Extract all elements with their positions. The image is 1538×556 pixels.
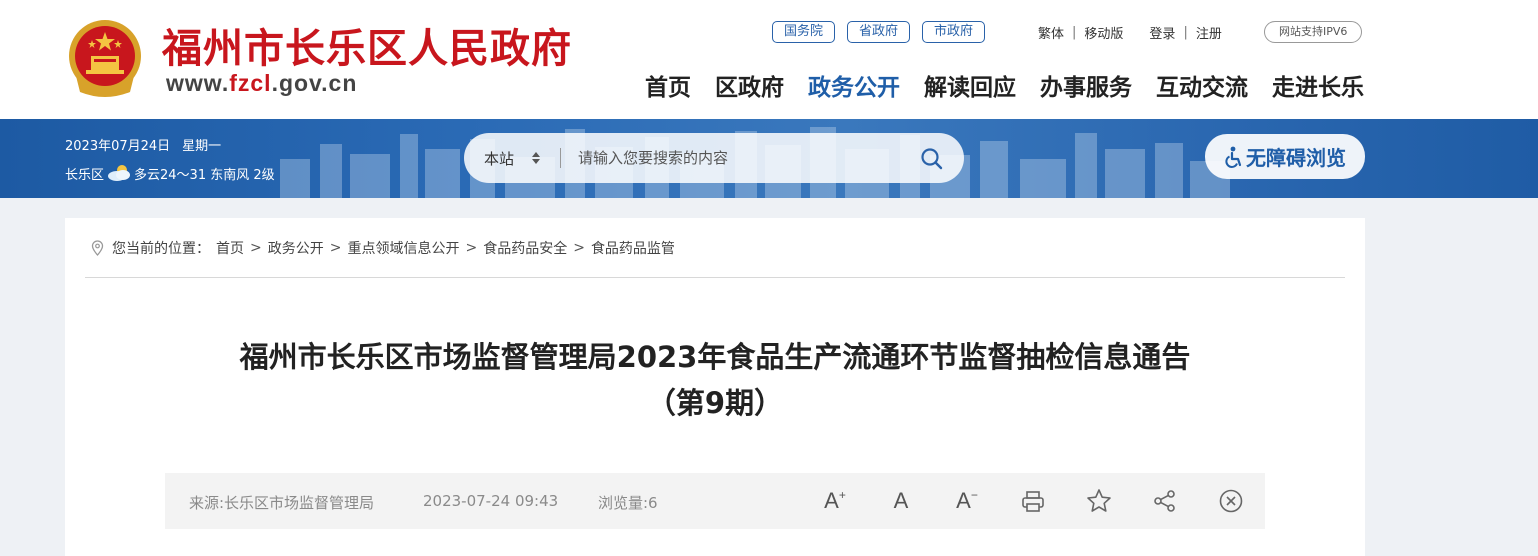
weather-location: 长乐区 — [65, 167, 105, 183]
article-title-line2: （第9期） — [646, 386, 784, 420]
gov-link-city[interactable]: 市政府 — [922, 21, 986, 43]
font-normal-letter: A — [893, 488, 909, 513]
wheelchair-icon — [1225, 146, 1242, 168]
location-pin-icon — [91, 240, 104, 256]
search-scope-select[interactable]: 本站 — [484, 148, 514, 169]
font-decrease-letter: A — [956, 488, 971, 513]
updown-chevron-icon[interactable] — [530, 148, 542, 168]
separator: | — [1183, 25, 1188, 40]
article-source: 来源:长乐区市场监督管理局 — [189, 494, 375, 512]
date-line: 2023年07月24日 星期一 — [65, 135, 233, 154]
url-highlight: fzcl — [229, 70, 272, 96]
article-meta-bar: 来源:长乐区市场监督管理局 2023-07-24 09:43 浏览量:6 A + … — [165, 473, 1265, 529]
gov-link-state-council[interactable]: 国务院 — [772, 21, 836, 43]
nav-district-government[interactable]: 区政府 — [715, 68, 784, 102]
close-icon[interactable] — [1217, 487, 1245, 515]
mobile-version-link[interactable]: 移动版 — [1084, 23, 1123, 42]
article-datetime: 2023-07-24 09:43 — [423, 492, 559, 510]
breadcrumb-separator: > — [250, 240, 262, 256]
article-title: 福州市长乐区市场监督管理局2023年食品生产流通环节监督抽检信息通告 （第9期） — [165, 334, 1265, 426]
font-increase-letter: A — [824, 488, 839, 513]
breadcrumb-separator: > — [465, 240, 478, 256]
gov-link-province[interactable]: 省政府 — [847, 21, 911, 43]
search-divider — [560, 148, 561, 168]
separator: | — [1072, 25, 1077, 40]
article-views: 浏览量:6 — [598, 494, 658, 512]
register-link[interactable]: 注册 — [1196, 23, 1222, 42]
nav-interaction[interactable]: 互动交流 — [1156, 68, 1248, 102]
current-date: 2023年07月24日 — [65, 139, 171, 154]
weather-line: 长乐区 多云24～31 东南风 2级 — [65, 163, 275, 183]
login-link[interactable]: 登录 — [1149, 23, 1175, 42]
nav-home[interactable]: 首页 — [645, 68, 691, 102]
url-suffix: .gov.cn — [271, 70, 358, 96]
breadcrumb-divider — [85, 277, 1345, 278]
breadcrumb-separator: > — [573, 240, 585, 256]
main-nav: 首页 区政府 政务公开 解读回应 办事服务 互动交流 走进长乐 — [645, 68, 1364, 102]
breadcrumb-prefix: 您当前的位置： — [112, 241, 210, 257]
breadcrumb-home[interactable]: 首页 — [216, 238, 244, 258]
traditional-chinese-link[interactable]: 繁体 — [1038, 23, 1064, 42]
banner: 2023年07月24日星期一 长乐区 多云24～31 东南风 2级 本站 无障碍… — [0, 119, 1538, 198]
accessibility-button[interactable]: 无障碍浏览 — [1205, 134, 1365, 179]
partly-cloudy-icon — [108, 165, 131, 181]
site-url: www.fzcl.gov.cn — [166, 70, 357, 97]
breadcrumb-key-areas[interactable]: 重点领域信息公开 — [347, 238, 459, 258]
font-increase-icon[interactable]: A + — [821, 487, 849, 515]
accessibility-label: 无障碍浏览 — [1246, 146, 1346, 170]
breadcrumb-separator: > — [329, 240, 342, 256]
site-header: 福州市长乐区人民政府 www.fzcl.gov.cn 国务院 省政府 市政府 繁… — [0, 0, 1538, 119]
nav-government-affairs[interactable]: 政务公开 — [808, 68, 900, 102]
util-links: 繁体 | 移动版 登录 | 注册 — [1038, 23, 1222, 42]
site-title: 福州市长乐区人民政府 — [162, 25, 572, 72]
nav-about-changle[interactable]: 走进长乐 — [1272, 68, 1364, 102]
nav-services[interactable]: 办事服务 — [1040, 68, 1132, 102]
search-input[interactable] — [578, 145, 898, 171]
article-title-line1: 福州市长乐区市场监督管理局2023年食品生产流通环节监督抽检信息通告 — [239, 340, 1191, 374]
breadcrumb-food-drug-supervision[interactable]: 食品药品监管 — [591, 238, 675, 258]
ipv6-badge: 网站支持IPV6 — [1264, 21, 1363, 43]
share-icon[interactable] — [1151, 487, 1179, 515]
font-normal-icon[interactable]: A — [887, 487, 915, 515]
current-weekday: 星期一 — [182, 139, 222, 154]
breadcrumb-food-drug-safety[interactable]: 食品药品安全 — [483, 238, 567, 258]
print-icon[interactable] — [1019, 487, 1047, 515]
search-icon[interactable] — [920, 147, 944, 171]
search-bar: 本站 — [464, 133, 964, 183]
favorite-star-icon[interactable] — [1085, 487, 1113, 515]
article-card: 您当前的位置： 首页 > 政务公开 > 重点领域信息公开 > 食品药品安全 > … — [65, 218, 1365, 556]
national-emblem-icon — [69, 20, 141, 97]
font-decrease-icon[interactable]: A − — [953, 487, 981, 515]
breadcrumb-government-affairs[interactable]: 政务公开 — [268, 238, 324, 258]
url-prefix: www. — [166, 70, 230, 96]
gov-links: 国务院 省政府 市政府 — [772, 21, 986, 43]
nav-interpretation[interactable]: 解读回应 — [924, 68, 1016, 102]
breadcrumb: 您当前的位置： 首页 > 政务公开 > 重点领域信息公开 > 食品药品安全 > … — [91, 238, 675, 258]
weather-info: 多云24～31 东南风 2级 — [134, 167, 275, 183]
